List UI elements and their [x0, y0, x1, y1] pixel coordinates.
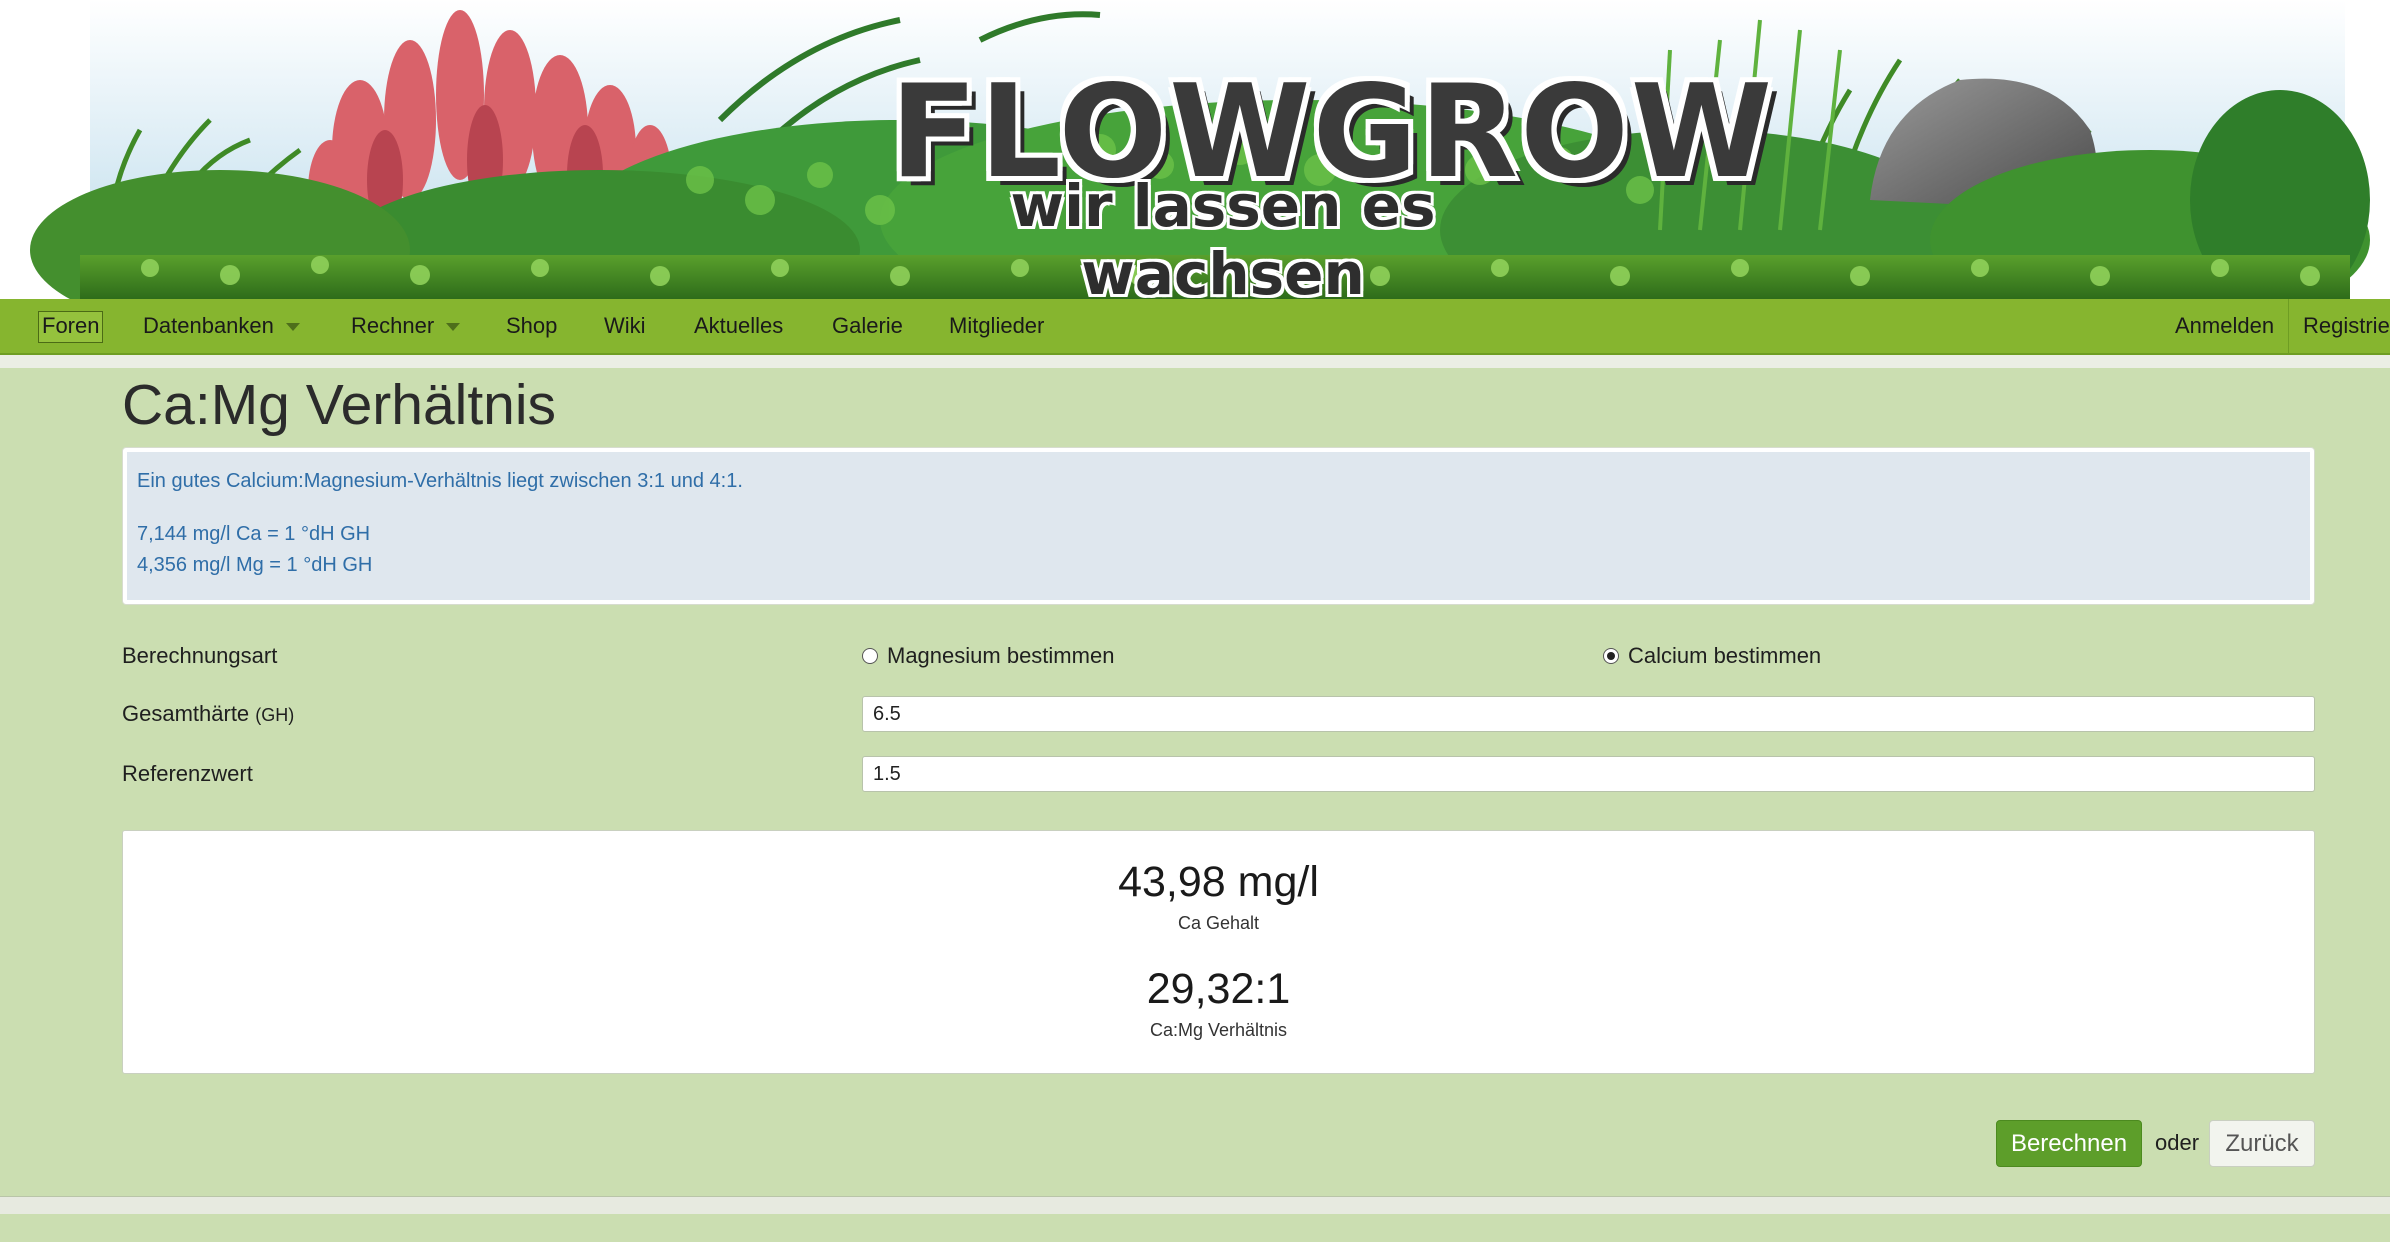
nav-item-label: Rechner: [351, 313, 435, 338]
radio-label: Calcium bestimmen: [1628, 643, 1822, 668]
result-label-ratio: Ca:Mg Verhältnis: [1149, 1020, 1288, 1040]
calc-type-label: Berechnungsart: [122, 643, 278, 668]
gh-label-text: Gesamthärte: [122, 701, 250, 726]
info-text: Ein gutes Calcium:Magnesium-Verhältnis l…: [137, 470, 743, 492]
nav-divider: [2288, 299, 2289, 353]
nav-item-aktuelles[interactable]: Aktuelles: [694, 299, 783, 353]
nav-item-label: Datenbanken: [143, 313, 274, 338]
ref-input[interactable]: 1.5: [862, 756, 2315, 792]
radio-button-selected-icon[interactable]: [1603, 648, 1619, 664]
back-button[interactable]: Zurück: [2209, 1120, 2315, 1167]
gh-unit: (GH): [255, 705, 295, 725]
nav-item-wiki[interactable]: Wiki: [604, 299, 646, 353]
radio-label: Magnesium bestimmen: [887, 643, 1115, 668]
result-label-ca: Ca Gehalt: [1177, 913, 1260, 933]
info-text: 4,356 mg/l Mg = 1 °dH GH: [137, 554, 373, 576]
nav-item-shop[interactable]: Shop: [506, 299, 557, 353]
nav-subbar: [0, 355, 2390, 368]
gh-label: Gesamthärte (GH): [122, 701, 294, 727]
logo-subtitle: wir lassen es wachsen: [1010, 172, 1436, 299]
nav-item-mitglieder[interactable]: Mitglieder: [949, 299, 1044, 353]
site-banner: FLOWGROW wir lassen es wachsen: [0, 0, 2390, 299]
info-notice: Ein gutes Calcium:Magnesium-Verhältnis l…: [122, 447, 2315, 605]
gh-input[interactable]: 6.5: [862, 696, 2315, 732]
or-text: oder: [2155, 1130, 2200, 1155]
result-value-ratio: 29,32:1: [1146, 965, 1291, 1013]
main-navigation: Foren Datenbanken Rechner Shop Wiki Aktu…: [0, 299, 2390, 355]
calculate-button[interactable]: Berechnen: [1996, 1120, 2142, 1167]
nav-item-datenbanken[interactable]: Datenbanken: [143, 299, 300, 353]
register-link[interactable]: Registrier: [2303, 299, 2390, 353]
ref-label: Referenzwert: [122, 761, 253, 786]
nav-item-galerie[interactable]: Galerie: [832, 299, 903, 353]
radio-button-icon[interactable]: [862, 648, 878, 664]
info-text: 7,144 mg/l Ca = 1 °dH GH: [137, 523, 371, 545]
page-title: Ca:Mg Verhältnis: [122, 373, 557, 437]
result-panel: 43,98 mg/l Ca Gehalt 29,32:1 Ca:Mg Verhä…: [122, 830, 2315, 1074]
login-link[interactable]: Anmelden: [2175, 299, 2274, 353]
footer-bar: [0, 1196, 2390, 1214]
nav-item-rechner[interactable]: Rechner: [351, 299, 461, 353]
nav-item-foren[interactable]: Foren: [38, 311, 104, 343]
result-value-ca: 43,98 mg/l: [1118, 858, 1319, 906]
chevron-down-icon: [446, 323, 461, 332]
radio-magnesium[interactable]: Magnesium bestimmen: [862, 643, 1114, 669]
chevron-down-icon: [285, 323, 300, 332]
info-notice-body: Ein gutes Calcium:Magnesium-Verhältnis l…: [127, 452, 2310, 600]
radio-calcium[interactable]: Calcium bestimmen: [1603, 643, 1821, 669]
